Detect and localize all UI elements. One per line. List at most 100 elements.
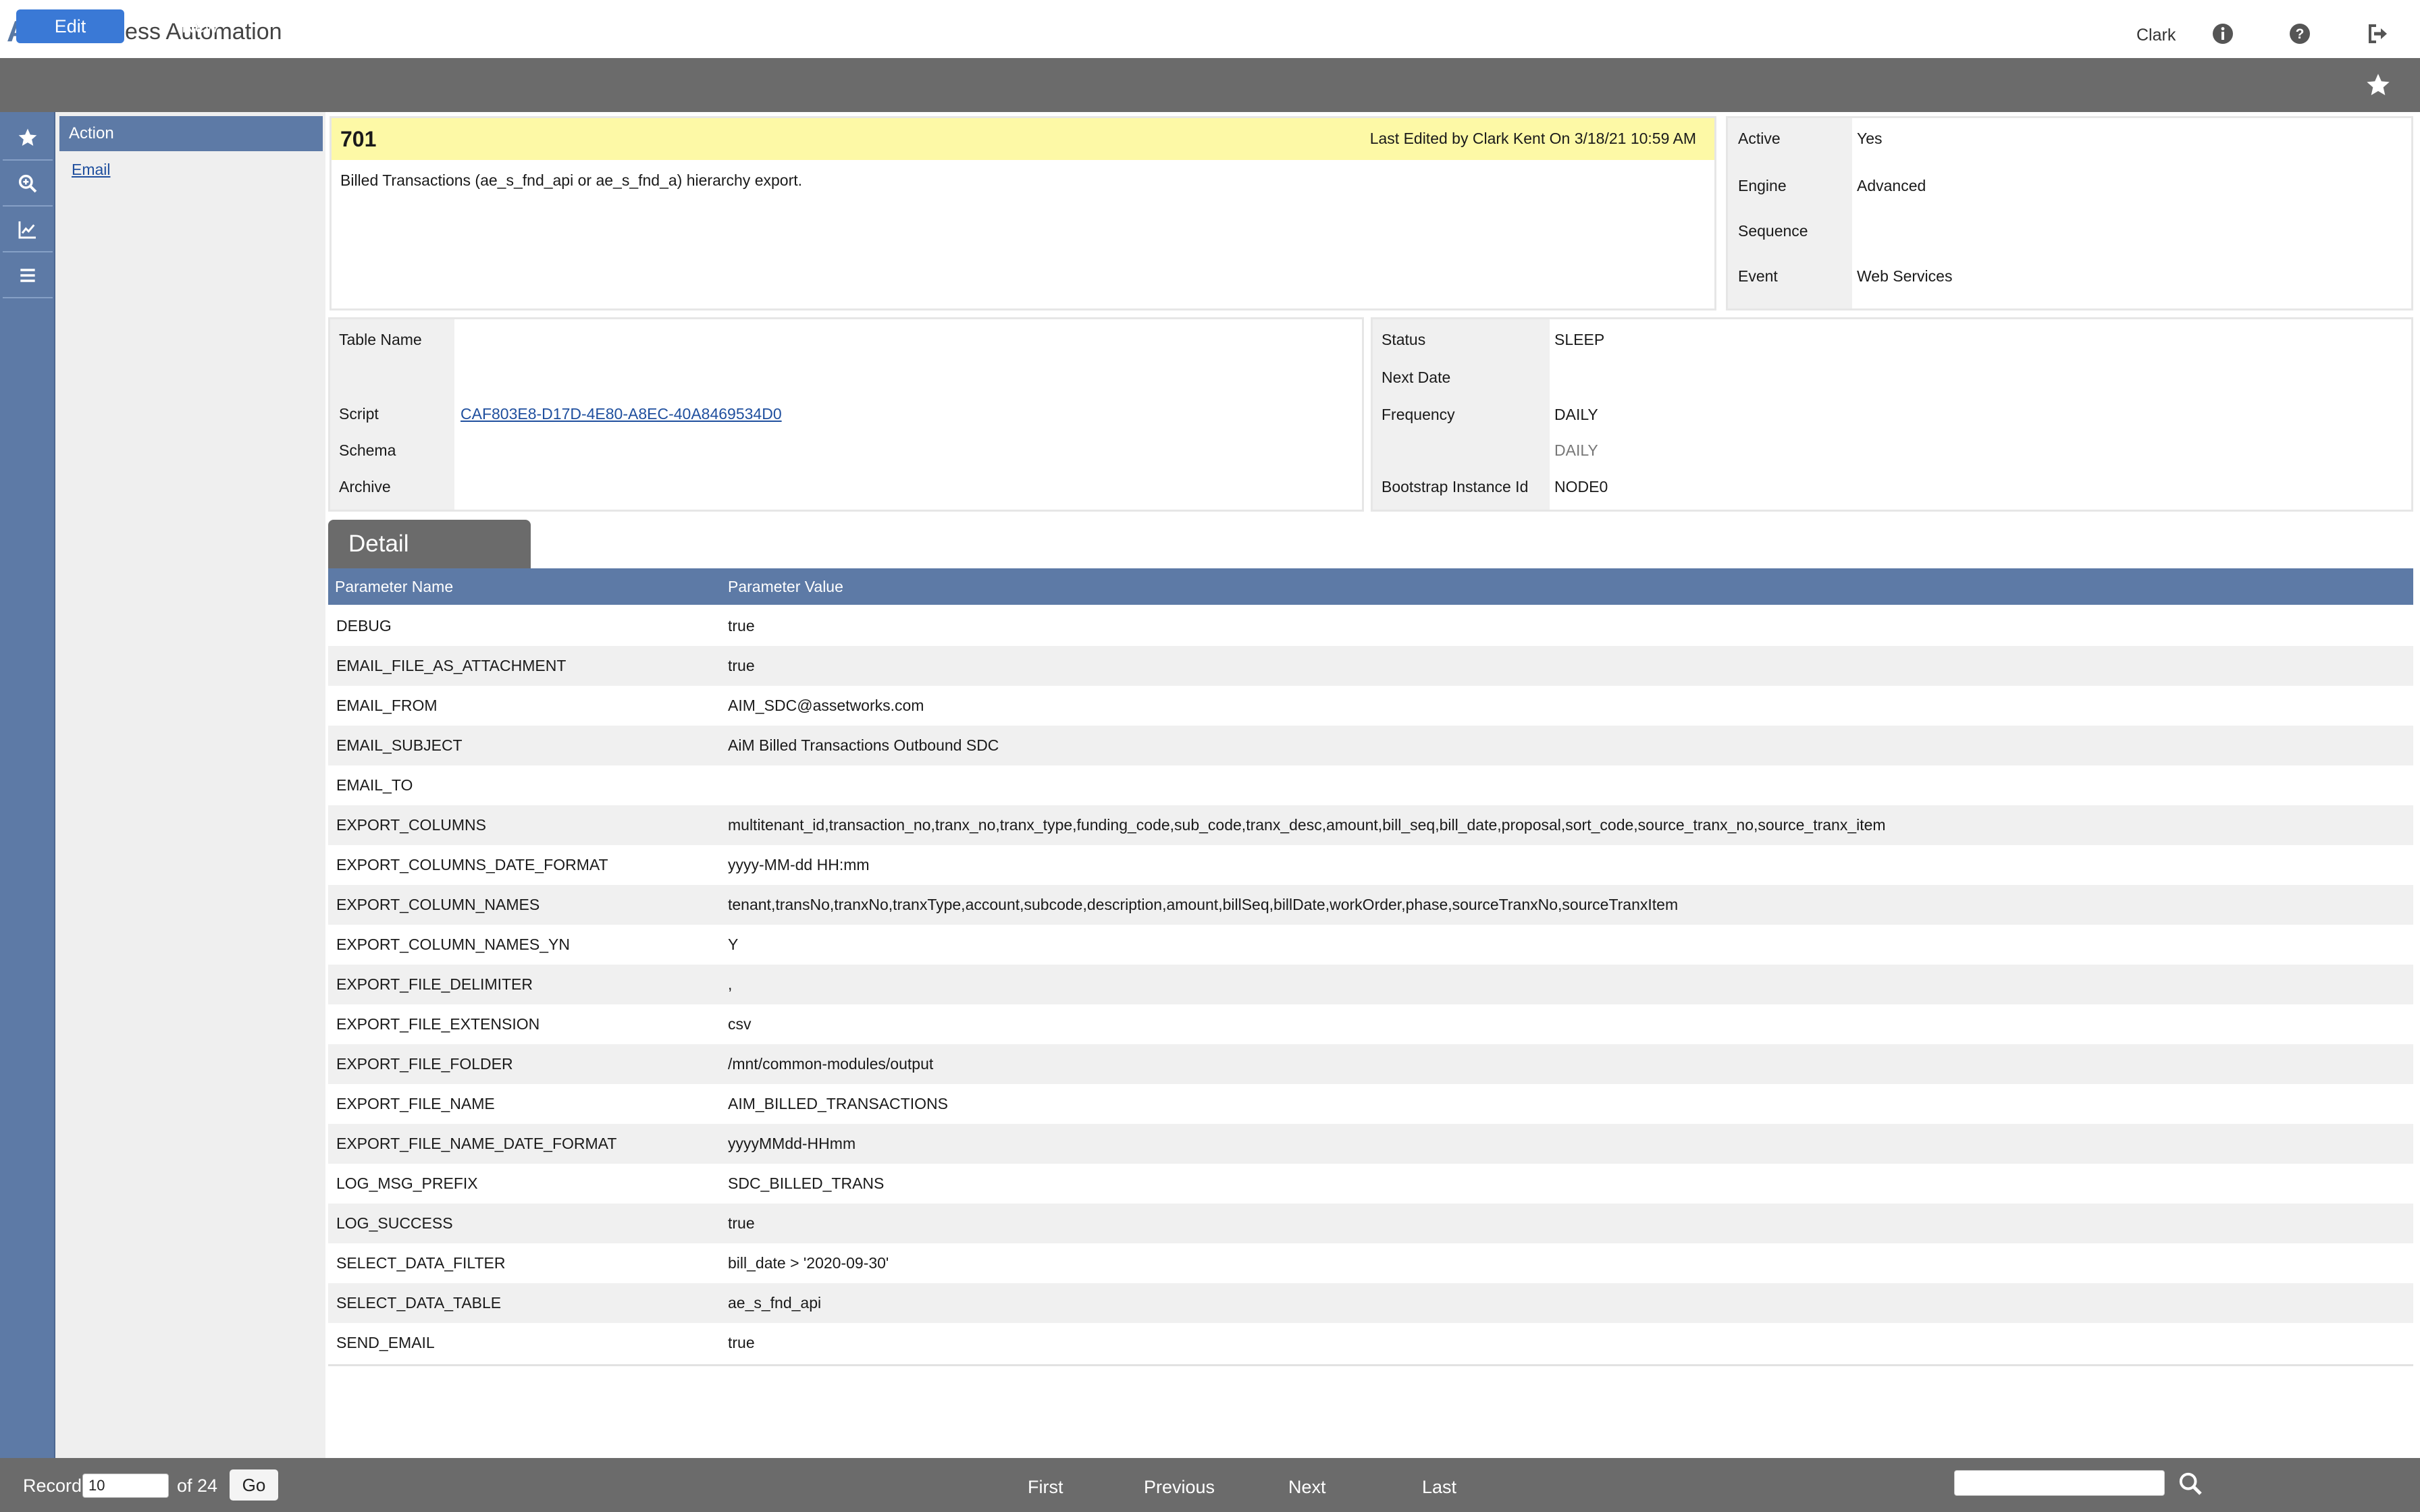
event-label: Event bbox=[1738, 267, 1778, 285]
record-number: 701 bbox=[340, 127, 377, 151]
nav-panel bbox=[55, 112, 325, 1458]
logout-icon[interactable] bbox=[2365, 20, 2392, 47]
edit-button[interactable]: Edit bbox=[16, 9, 124, 43]
new-button[interactable]: New bbox=[159, 9, 240, 43]
status-value[interactable]: SLEEP bbox=[1554, 331, 1604, 349]
parameter-value: , bbox=[728, 975, 733, 993]
table-name-label: Table Name bbox=[339, 331, 422, 348]
table-row[interactable]: LOG_MSG_PREFIX SDC_BILLED_TRANS bbox=[328, 1164, 2413, 1204]
parameter-name: LOG_MSG_PREFIX bbox=[336, 1174, 478, 1192]
main-toolbar bbox=[0, 58, 2420, 112]
rail-menu[interactable] bbox=[3, 254, 53, 298]
engine-value[interactable]: Advanced bbox=[1857, 177, 1926, 195]
parameter-value: yyyy-MM-dd HH:mm bbox=[728, 856, 870, 873]
event-value[interactable]: Web Services bbox=[1857, 267, 1952, 286]
column-header-parameter-name[interactable]: Parameter Name bbox=[335, 578, 453, 596]
parameter-value: SDC_BILLED_TRANS bbox=[728, 1174, 885, 1192]
last-button[interactable]: Last bbox=[1422, 1477, 1456, 1498]
table-row[interactable]: EXPORT_FILE_EXTENSION csv bbox=[328, 1004, 2413, 1044]
table-row[interactable]: EMAIL_FILE_AS_ATTACHMENT true bbox=[328, 646, 2413, 686]
active-value[interactable]: Yes bbox=[1857, 130, 1883, 148]
archive-label: Archive bbox=[339, 478, 391, 495]
table-row[interactable]: DEBUG true bbox=[328, 606, 2413, 646]
parameter-name: DEBUG bbox=[336, 617, 392, 634]
frequency-label: Frequency bbox=[1382, 406, 1455, 423]
go-button[interactable]: Go bbox=[230, 1469, 278, 1501]
last-edited-info: Last Edited by Clark Kent On 3/18/21 10:… bbox=[1369, 130, 1696, 147]
parameter-value: multitenant_id,transaction_no,tranx_no,t… bbox=[728, 816, 1886, 834]
parameter-value: AiM Billed Transactions Outbound SDC bbox=[728, 736, 999, 754]
table-row[interactable]: EMAIL_SUBJECT AiM Billed Transactions Out… bbox=[328, 726, 2413, 765]
parameter-name: EMAIL_FILE_AS_ATTACHMENT bbox=[336, 657, 567, 674]
frequency-description: DAILY bbox=[1554, 441, 1598, 459]
parameter-value: Y bbox=[728, 936, 739, 953]
script-label: Script bbox=[339, 405, 379, 423]
parameter-name: EMAIL_TO bbox=[336, 776, 413, 794]
first-button[interactable]: First bbox=[1028, 1477, 1063, 1498]
table-row[interactable]: EXPORT_FILE_NAME AIM_BILLED_TRANSACTIONS bbox=[328, 1084, 2413, 1124]
parameter-value: AIM_SDC@assetworks.com bbox=[728, 697, 924, 714]
parameter-value: csv bbox=[728, 1015, 752, 1033]
help-icon[interactable]: ? bbox=[2286, 20, 2313, 47]
table-row[interactable]: EXPORT_COLUMNS_DATE_FORMAT yyyy-MM-dd HH:… bbox=[328, 845, 2413, 885]
menu-icon bbox=[17, 265, 38, 286]
table-row[interactable]: EXPORT_FILE_DELIMITER, bbox=[328, 965, 2413, 1004]
parameter-name: EXPORT_FILE_DELIMITER bbox=[336, 975, 533, 993]
parameter-name: LOG_SUCCESS bbox=[336, 1214, 453, 1232]
table-row[interactable]: EXPORT_COLUMN_NAMES_YN Y bbox=[328, 925, 2413, 965]
bootstrap-instance-value[interactable]: NODE0 bbox=[1554, 478, 1608, 496]
column-header-parameter-value[interactable]: Parameter Value bbox=[728, 578, 843, 596]
engine-label: Engine bbox=[1738, 177, 1787, 194]
parameter-name: EXPORT_FILE_NAME_DATE_FORMAT bbox=[336, 1135, 617, 1152]
previous-button[interactable]: Previous bbox=[1144, 1477, 1215, 1498]
parameter-value: true bbox=[728, 1334, 755, 1351]
table-row[interactable]: SELECT_DATA_TABLE ae_s_fnd_api bbox=[328, 1283, 2413, 1323]
table-row[interactable]: EXPORT_FILE_FOLDER/mnt/common-modules/ou… bbox=[328, 1044, 2413, 1084]
table-row[interactable]: EMAIL_TO bbox=[328, 765, 2413, 805]
user-name[interactable]: Clark bbox=[2136, 26, 2176, 45]
browse-button[interactable]: Browse bbox=[432, 9, 520, 43]
rail-search[interactable] bbox=[3, 162, 53, 207]
rail-reports[interactable] bbox=[3, 208, 53, 252]
frequency-value[interactable]: DAILY bbox=[1554, 406, 1598, 424]
favorite-star-icon[interactable] bbox=[2365, 72, 2392, 99]
script-link[interactable]: CAF803E8-D17D-4E80-A8EC-40A8469534D0 bbox=[461, 405, 782, 423]
record-number-input[interactable] bbox=[82, 1474, 169, 1498]
search-button[interactable]: Search bbox=[297, 9, 378, 43]
detail-table-header bbox=[328, 568, 2413, 605]
chart-icon bbox=[17, 219, 38, 240]
parameter-value: true bbox=[728, 657, 755, 674]
table-row[interactable]: EXPORT_COLUMN_NAMES tenant,transNo,tranxN… bbox=[328, 885, 2413, 925]
detail-tab[interactable]: Detail bbox=[328, 520, 531, 568]
table-row[interactable]: SEND_EMAIL true bbox=[328, 1323, 2413, 1363]
table-row[interactable]: EXPORT_COLUMNS multitenant_id,transaction… bbox=[328, 805, 2413, 845]
record-count: of 24 bbox=[177, 1476, 218, 1496]
table-row[interactable]: LOG_SUCCESS true bbox=[328, 1204, 2413, 1243]
parameter-value: ae_s_fnd_api bbox=[728, 1294, 822, 1312]
icon-rail bbox=[0, 112, 55, 1458]
record-description: Billed Transactions (ae_s_fnd_api or ae_… bbox=[340, 171, 803, 189]
parameter-name: EXPORT_COLUMN_NAMES bbox=[336, 896, 540, 913]
table-row[interactable]: SELECT_DATA_FILTER bill_date > '2020-09-3… bbox=[328, 1243, 2413, 1283]
parameter-value: AIM_BILLED_TRANSACTIONS bbox=[728, 1095, 948, 1112]
nav-link-email[interactable]: Email bbox=[72, 161, 111, 179]
parameter-name: EMAIL_FROM bbox=[336, 697, 438, 714]
info-icon[interactable] bbox=[2209, 20, 2236, 47]
svg-text:?: ? bbox=[2296, 26, 2305, 42]
table-row[interactable]: EMAIL_FROM AIM_SDC@assetworks.com bbox=[328, 686, 2413, 726]
parameter-name: SELECT_DATA_FILTER bbox=[336, 1254, 506, 1272]
next-button[interactable]: Next bbox=[1288, 1477, 1326, 1498]
rail-favorites[interactable] bbox=[3, 116, 53, 161]
nav-header-action: Action bbox=[59, 116, 323, 151]
parameter-name: EXPORT_FILE_FOLDER bbox=[336, 1055, 513, 1073]
status-label: Status bbox=[1382, 331, 1426, 348]
parameter-value: tenant,transNo,tranxNo,tranxType,account… bbox=[728, 896, 1679, 913]
parameter-name: SELECT_DATA_TABLE bbox=[336, 1294, 502, 1312]
table-bottom-border bbox=[328, 1364, 2413, 1366]
table-row[interactable]: EXPORT_FILE_NAME_DATE_FORMAT yyyyMMdd-HHm… bbox=[328, 1124, 2413, 1164]
footer-search-input[interactable] bbox=[1954, 1470, 2165, 1496]
bootstrap-instance-label: Bootstrap Instance Id bbox=[1382, 478, 1529, 495]
search-icon[interactable] bbox=[2177, 1470, 2204, 1497]
parameter-name: SEND_EMAIL bbox=[336, 1334, 435, 1351]
parameter-name: EXPORT_COLUMNS_DATE_FORMAT bbox=[336, 856, 608, 873]
